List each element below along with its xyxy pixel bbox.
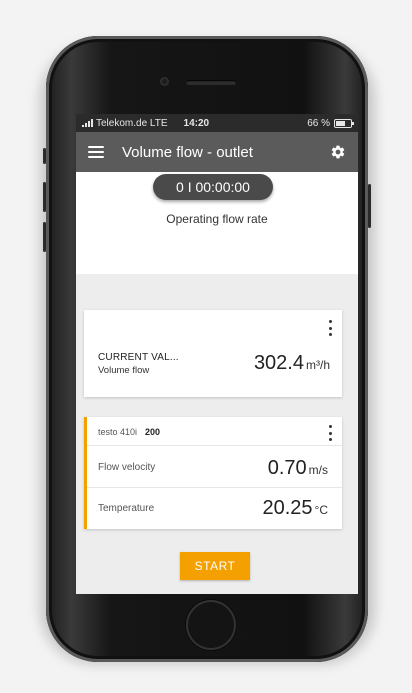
timer-caption: Operating flow rate [166,212,268,226]
temperature-unit: °C [314,503,328,517]
device-code: 200 [145,427,161,437]
status-time: 14:20 [183,117,210,129]
page-title: Volume flow - outlet [122,143,253,161]
app-bar: Volume flow - outlet [76,132,358,172]
current-value-unit: m³/h [306,358,330,372]
flow-velocity-readout: 0.70 m/s [268,457,328,480]
flow-velocity-label: Flow velocity [98,462,156,473]
mute-switch [43,148,46,164]
flow-velocity-unit: m/s [308,463,328,477]
device-card-accent [84,417,87,529]
menu-icon[interactable] [88,146,104,158]
current-value-label: CURRENT VAL... [98,352,179,363]
current-value-card[interactable]: CURRENT VAL... Volume flow 302.4 m³/h [84,310,342,397]
kebab-icon[interactable] [328,320,332,336]
kebab-icon[interactable] [328,425,332,441]
timer-area: 0 I 00:00:00 Operating flow rate [76,172,358,274]
device-card[interactable]: testo 410i 200 Flow velocity 0.70 m/s Temp… [84,417,342,529]
flow-velocity-value: 0.70 [267,457,307,479]
divider [87,487,342,488]
carrier-label: Telekom.de LTE [96,117,168,129]
start-button[interactable]: START [180,552,250,580]
battery-percent: 66 % [307,117,330,129]
current-value-readout: 302.4 m³/h [254,352,330,375]
battery-status: 66 % [307,117,354,129]
camera-icon [160,77,169,86]
volume-down-button [43,222,46,252]
timer-display: 0 I 00:00:00 [153,174,273,200]
status-bar: Telekom.de LTE 14:20 66 % [76,114,358,132]
temperature-value: 20.25 [262,497,313,519]
page: Telekom.de LTE 14:20 66 % Volume flow - … [0,0,412,693]
temperature-label: Temperature [98,503,155,514]
temperature-readout: 20.25 °C [262,497,328,520]
device-header: testo 410i 200 [98,427,160,437]
volume-up-button [43,182,46,212]
gear-icon[interactable] [330,144,346,160]
home-button[interactable] [186,600,236,650]
screen: Telekom.de LTE 14:20 66 % Volume flow - … [76,114,358,594]
battery-icon [334,118,354,128]
divider [87,445,342,446]
power-button [368,184,371,228]
signal-icon [82,119,93,127]
current-value-number: 302.4 [253,352,304,374]
device-name: testo 410i [98,427,138,437]
current-value-sublabel: Volume flow [98,365,150,376]
speaker-grille [186,80,236,85]
